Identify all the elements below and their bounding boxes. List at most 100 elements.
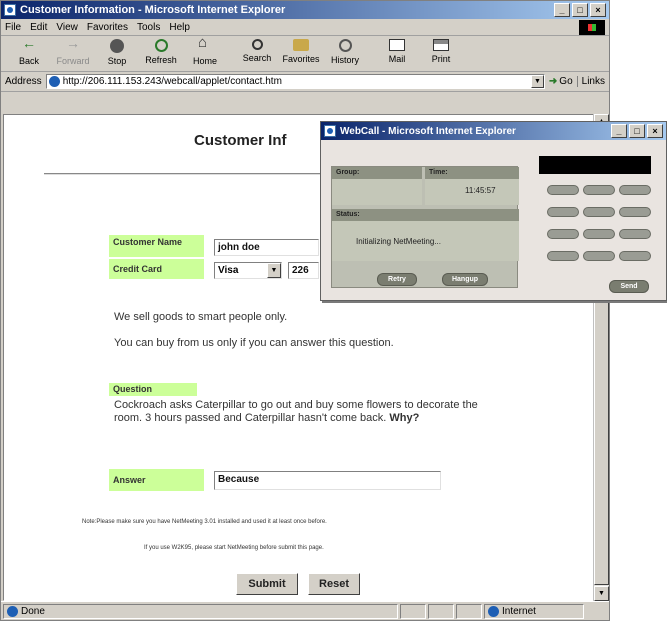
customer-name-input[interactable]: john doe: [214, 239, 319, 256]
keypad-key[interactable]: [547, 229, 579, 239]
keypad-key[interactable]: [583, 207, 615, 217]
refresh-button[interactable]: Refresh: [139, 39, 183, 65]
status-text-panel: Done: [3, 603, 398, 619]
customer-name-label: Customer Name: [109, 235, 204, 257]
note-netmeeting: Note:Please make sure you have NetMeetin…: [82, 519, 327, 525]
group-value: [332, 179, 422, 205]
webcall-panel: Group: Time: 11:45:57 Status: Initializi…: [331, 166, 519, 288]
standard-toolbar: Back Forward Stop Refresh Home Search Fa…: [1, 34, 609, 72]
menu-view[interactable]: View: [56, 22, 78, 33]
credit-card-type-select[interactable]: Visa ▼: [214, 262, 282, 279]
page-icon: [48, 76, 60, 87]
address-input[interactable]: http://206.111.153.243/webcall/applet/co…: [45, 74, 545, 89]
forward-arrow-icon: [65, 35, 81, 53]
menu-tools[interactable]: Tools: [137, 22, 160, 33]
stop-button[interactable]: Stop: [95, 39, 139, 66]
webcall-close-button[interactable]: ×: [647, 124, 663, 138]
zone-panel: Internet: [484, 603, 584, 619]
status-text: Done: [21, 605, 45, 617]
keypad-key[interactable]: [583, 185, 615, 195]
question-body: Cockroach asks Caterpillar to go out and…: [114, 399, 478, 424]
send-button[interactable]: Send: [609, 280, 649, 293]
credit-card-type-value: Visa: [218, 265, 239, 276]
mail-button[interactable]: Mail: [375, 39, 419, 64]
links-button[interactable]: Links: [576, 76, 605, 87]
keypad-key[interactable]: [583, 251, 615, 261]
page-title: Customer Inf: [194, 132, 287, 149]
webcall-window: WebCall - Microsoft Internet Explorer _ …: [320, 121, 667, 301]
ie-window: Customer Information - Microsoft Interne…: [0, 0, 610, 621]
favorites-button[interactable]: Favorites: [279, 39, 323, 64]
home-icon: [197, 34, 213, 53]
back-button[interactable]: Back: [7, 35, 51, 66]
webcall-title: WebCall - Microsoft Internet Explorer: [340, 125, 516, 137]
menu-edit[interactable]: Edit: [30, 22, 47, 33]
keypad-key[interactable]: [547, 251, 579, 261]
print-button[interactable]: Print: [419, 39, 463, 64]
menu-help[interactable]: Help: [169, 22, 190, 33]
menu-bar: File Edit View Favorites Tools Help: [1, 19, 609, 36]
page-status-icon: [7, 605, 18, 617]
print-icon: [433, 39, 449, 51]
ie-titlebar[interactable]: Customer Information - Microsoft Interne…: [1, 1, 609, 19]
menu-file[interactable]: File: [5, 22, 21, 33]
question-label: Question: [109, 383, 197, 396]
address-dropdown-icon[interactable]: ▼: [530, 75, 544, 88]
maximize-button[interactable]: □: [572, 3, 588, 17]
dial-display: [539, 156, 651, 174]
note-w2k95: If you use W2K95, please start NetMeetin…: [144, 545, 324, 551]
search-icon: [251, 39, 263, 50]
question-why: Why?: [389, 412, 420, 424]
keypad-key[interactable]: [619, 207, 651, 217]
ie-app-icon: [4, 4, 16, 16]
keypad-key[interactable]: [619, 251, 651, 261]
intro-text-2: You can buy from us only if you can answ…: [114, 337, 394, 349]
ie-title: Customer Information - Microsoft Interne…: [20, 4, 286, 16]
go-arrow-icon: ➜: [548, 76, 558, 87]
submit-button[interactable]: Submit: [236, 573, 298, 595]
refresh-icon: [154, 39, 168, 52]
history-icon: [338, 39, 352, 52]
group-label: Group:: [332, 167, 422, 179]
go-button[interactable]: ➜ Go: [549, 76, 573, 87]
hangup-button[interactable]: Hangup: [442, 273, 488, 286]
search-button[interactable]: Search: [235, 39, 279, 63]
keypad-key[interactable]: [619, 185, 651, 195]
keypad-key[interactable]: [547, 185, 579, 195]
scroll-down-icon[interactable]: ▼: [594, 586, 609, 601]
minimize-button[interactable]: _: [554, 3, 570, 17]
menu-favorites[interactable]: Favorites: [87, 22, 128, 33]
credit-card-label: Credit Card: [109, 259, 204, 279]
question-text: Cockroach asks Caterpillar to go out and…: [114, 399, 484, 425]
history-button[interactable]: History: [323, 39, 367, 65]
status-label: Status:: [332, 209, 519, 221]
status-bar: Done Internet: [1, 601, 609, 620]
mail-icon: [389, 39, 405, 51]
close-button[interactable]: ×: [590, 3, 606, 17]
stop-icon: [110, 39, 124, 53]
retry-button[interactable]: Retry: [377, 273, 417, 286]
back-arrow-icon: [21, 35, 37, 53]
webcall-titlebar[interactable]: WebCall - Microsoft Internet Explorer _ …: [321, 122, 666, 140]
answer-input[interactable]: Because: [214, 471, 441, 490]
time-label: Time:: [425, 167, 519, 179]
chevron-down-icon: ▼: [267, 263, 281, 278]
globe-icon: [488, 605, 499, 617]
favorites-icon: [293, 39, 309, 51]
answer-label: Answer: [109, 469, 204, 491]
webcall-minimize-button[interactable]: _: [611, 124, 627, 138]
windows-logo-icon: [579, 20, 605, 35]
keypad-key[interactable]: [619, 229, 651, 239]
zone-text: Internet: [502, 605, 536, 617]
status-value: Initializing NetMeeting...: [332, 221, 519, 261]
address-url: http://206.111.153.243/webcall/applet/co…: [62, 76, 282, 87]
keypad-key[interactable]: [583, 229, 615, 239]
forward-button[interactable]: Forward: [51, 35, 95, 66]
keypad-key[interactable]: [547, 207, 579, 217]
intro-text-1: We sell goods to smart people only.: [114, 311, 288, 323]
webcall-maximize-button[interactable]: □: [629, 124, 645, 138]
reset-button[interactable]: Reset: [308, 573, 360, 595]
credit-card-number-input[interactable]: 226: [288, 262, 319, 279]
home-button[interactable]: Home: [183, 34, 227, 66]
time-value: 11:45:57: [425, 179, 519, 205]
